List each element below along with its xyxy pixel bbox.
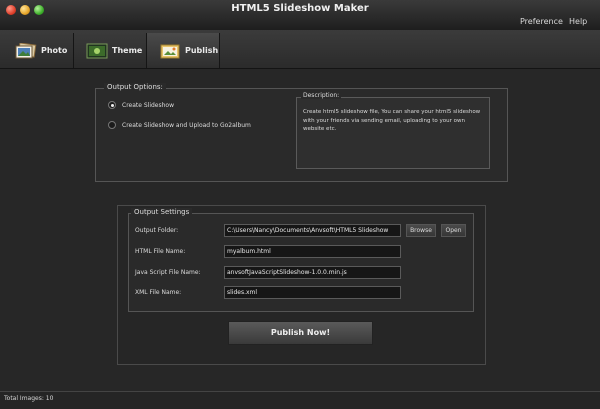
tab-theme-label: Theme [112,46,143,55]
output-folder-field[interactable]: C:\Users\Nancy\Documents\Anvsoft\HTML5 S… [224,224,401,237]
total-images-status: Total Images: 10 [4,395,54,402]
toolbar: Photo Theme Publish [0,30,600,69]
description-text: Create html5 slideshow file, You can sha… [303,109,481,132]
tab-publish-label: Publish [185,46,219,55]
html-file-field[interactable]: myalbum.html [224,245,401,258]
menu-help[interactable]: Help [569,17,587,26]
tab-photo[interactable]: Photo [3,33,74,68]
tab-publish[interactable]: Publish [147,33,220,68]
output-settings-legend: Output Settings [131,208,193,216]
option-create-upload[interactable]: Create Slideshow and Upload to Go2album [108,121,251,129]
output-settings-panel: Output Settings Output Folder: C:\Users\… [128,208,474,312]
js-file-label: Java Script File Name: [135,269,201,276]
theme-icon [86,43,108,58]
xml-file-label: XML File Name: [135,289,182,296]
browse-button[interactable]: Browse [406,224,436,237]
option-create-slideshow-label: Create Slideshow [122,101,174,109]
menu-preference[interactable]: Preference [520,17,563,26]
tab-photo-label: Photo [41,46,68,55]
output-options-panel: Output Options: Create Slideshow Create … [95,83,508,182]
xml-file-field[interactable]: slides.xml [224,286,401,299]
window-title: HTML5 Slideshow Maker [231,3,369,14]
radio-create-slideshow[interactable] [108,101,116,109]
option-create-upload-label: Create Slideshow and Upload to Go2album [122,121,251,129]
output-folder-label: Output Folder: [135,227,179,234]
publish-now-button[interactable]: Publish Now! [228,321,373,345]
js-file-field[interactable]: anvsoftJavaScriptSlideshow-1.0.0.min.js [224,266,401,279]
html-file-label: HTML File Name: [135,248,186,255]
description-box: Description: Create html5 slideshow file… [296,92,490,169]
open-button[interactable]: Open [441,224,466,237]
output-options-legend: Output Options: [104,83,166,91]
app-window: HTML5 Slideshow Maker Preference Help Ph… [0,0,600,409]
status-bar: Total Images: 10 [0,391,600,409]
title-bar: HTML5 Slideshow Maker Preference Help [0,0,600,30]
publish-icon [160,44,180,58]
option-create-slideshow[interactable]: Create Slideshow [108,101,174,109]
photo-icon [15,42,37,58]
radio-create-upload[interactable] [108,121,116,129]
description-legend: Description: [301,92,342,99]
tab-theme[interactable]: Theme [74,33,147,68]
